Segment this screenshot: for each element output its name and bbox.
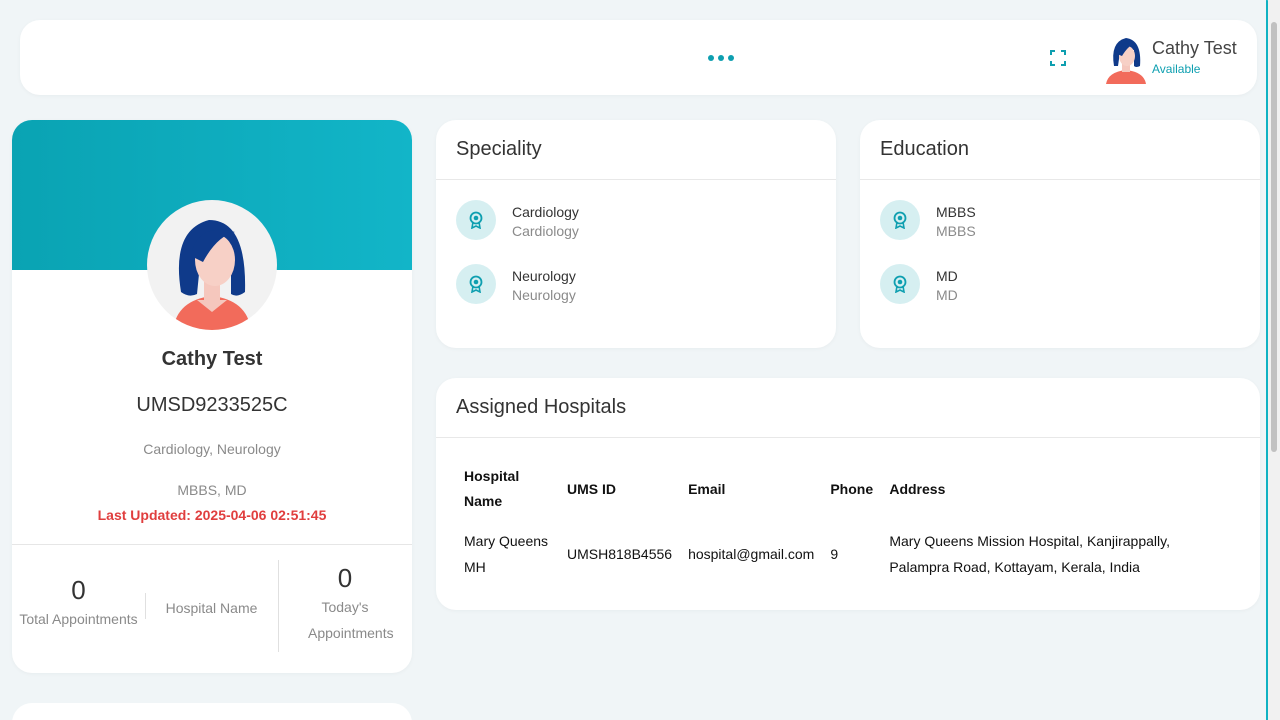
profile-card: Cathy Test UMSD9233525C Cardiology, Neur… — [12, 120, 412, 673]
column-header-phone: Phone — [830, 480, 874, 497]
assigned-hospitals-title: Assigned Hospitals — [456, 396, 627, 418]
award-ribbon-icon — [880, 264, 920, 304]
speciality-item-title: Cardiology — [512, 204, 579, 220]
profile-ums-id: UMSD9233525C — [136, 394, 288, 416]
profile-avatar — [147, 200, 277, 330]
cell-address: Mary Queens Mission Hospital, Kanjirappa… — [889, 533, 1170, 575]
page-scrollbar[interactable] — [1268, 0, 1280, 720]
divider — [436, 437, 1260, 438]
fullscreen-icon[interactable] — [1050, 50, 1066, 66]
todays-appointments-label: Today's Appointments — [308, 599, 394, 641]
column-header-email: Email — [688, 480, 726, 497]
cell-hospital-name: Mary Queens MH — [464, 533, 549, 575]
hospital-name-label: Hospital Name — [165, 600, 258, 616]
todays-appointments-stat: 0 Today's Appointments — [278, 563, 412, 646]
topbar-user-name[interactable]: Cathy Test — [1152, 38, 1237, 59]
assigned-hospitals-card: Assigned Hospitals Hospital Name UMS ID … — [436, 378, 1260, 610]
profile-specialities: Cardiology, Neurology — [143, 441, 281, 457]
cell-phone: 9 — [830, 546, 839, 562]
user-avatar-icon[interactable] — [1106, 32, 1146, 84]
speciality-item-subtitle: Cardiology — [512, 223, 579, 239]
education-card: Education MBBS MBBS MD MD — [860, 120, 1260, 348]
column-header-address: Address — [889, 480, 946, 497]
table-header-row: Hospital Name UMS ID Email Phone Address — [456, 464, 1191, 514]
education-item: MBBS MBBS — [880, 200, 1240, 240]
cell-ums-id: UMSH818B4556 — [567, 546, 673, 562]
speciality-item-title: Neurology — [512, 268, 576, 284]
column-header-hospital-name: Hospital Name — [464, 468, 520, 509]
topbar-user-status: Available — [1152, 62, 1201, 76]
column-header-ums-id: UMS ID — [567, 480, 616, 497]
award-ribbon-icon — [880, 200, 920, 240]
speciality-card: Speciality Cardiology Cardiology Neurolo… — [436, 120, 836, 348]
speciality-item-subtitle: Neurology — [512, 287, 576, 303]
award-ribbon-icon — [456, 200, 496, 240]
hospital-name-stat: Hospital Name — [145, 595, 278, 621]
table-row[interactable]: Mary Queens MH UMSH818B4556 hospital@gma… — [456, 514, 1191, 580]
education-item-title: MBBS — [936, 204, 976, 220]
doctor-avatar-icon — [173, 220, 251, 330]
divider — [12, 544, 412, 545]
hospitals-table: Hospital Name UMS ID Email Phone Address… — [456, 464, 1191, 580]
scrollbar-thumb[interactable] — [1271, 22, 1277, 452]
divider — [860, 179, 1260, 180]
total-appointments-stat: 0 Total Appointments — [12, 575, 145, 632]
speciality-title: Speciality — [456, 138, 542, 160]
total-appointments-label: Total Appointments — [19, 611, 138, 627]
profile-name: Cathy Test — [161, 348, 263, 370]
education-item-title: MD — [936, 268, 958, 284]
top-bar: Cathy Test Available — [20, 20, 1257, 95]
education-title: Education — [880, 138, 969, 160]
cell-email: hospital@gmail.com — [688, 546, 815, 562]
education-item-subtitle: MBBS — [936, 223, 976, 239]
education-item-subtitle: MD — [936, 287, 958, 303]
total-appointments-value: 0 — [71, 575, 86, 605]
more-dots-icon[interactable] — [708, 48, 734, 68]
last-updated-text: Last Updated: 2025-04-06 02:51:45 — [97, 507, 327, 523]
next-card — [12, 703, 412, 720]
speciality-item: Cardiology Cardiology — [456, 200, 816, 240]
todays-appointments-value: 0 — [337, 563, 353, 593]
profile-education: MBBS, MD — [177, 482, 247, 498]
speciality-item: Neurology Neurology — [456, 264, 816, 304]
education-item: MD MD — [880, 264, 1240, 304]
award-ribbon-icon — [456, 264, 496, 304]
divider — [436, 179, 836, 180]
